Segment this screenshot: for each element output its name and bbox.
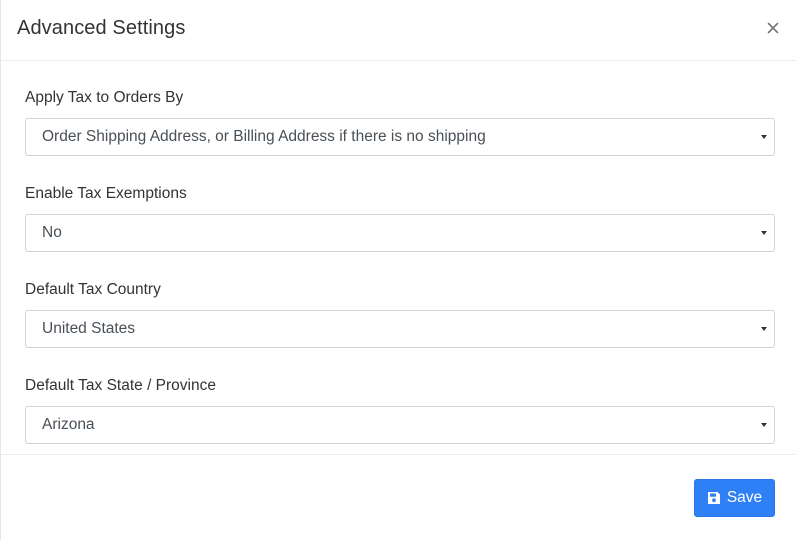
dialog-footer: [1, 454, 796, 455]
tax-country-value: United States: [42, 320, 136, 337]
apply-tax-label: Apply Tax to Orders By: [25, 89, 184, 106]
tax-state-value: Arizona: [42, 416, 95, 433]
apply-tax-field: Apply Tax to Orders By Order Shipping Ad…: [25, 88, 775, 156]
caret-down-icon: [761, 423, 767, 427]
tax-exemptions-label: Enable Tax Exemptions: [25, 185, 187, 202]
dialog-title: Advanced Settings: [17, 17, 186, 39]
save-button-label: Save: [726, 489, 763, 506]
dialog-body: Apply Tax to Orders By Order Shipping Ad…: [25, 88, 775, 444]
tax-state-field: Default Tax State / Province Arizona: [25, 376, 775, 444]
tax-state-select[interactable]: Arizona: [25, 406, 775, 444]
tax-exemptions-select[interactable]: No: [25, 214, 775, 252]
floppy-disk-icon: [707, 492, 720, 504]
tax-country-label: Default Tax Country: [25, 281, 161, 298]
apply-tax-value: Order Shipping Address, or Billing Addre…: [42, 128, 486, 145]
caret-down-icon: [761, 327, 767, 331]
close-icon: [767, 22, 779, 34]
tax-exemptions-field: Enable Tax Exemptions No: [25, 184, 775, 252]
save-button[interactable]: Save: [694, 479, 775, 517]
apply-tax-select[interactable]: Order Shipping Address, or Billing Addre…: [25, 118, 775, 156]
tax-country-field: Default Tax Country United States: [25, 280, 775, 348]
caret-down-icon: [761, 231, 767, 235]
tax-country-select[interactable]: United States: [25, 310, 775, 348]
dialog-header: Advanced Settings: [1, 0, 796, 61]
tax-exemptions-value: No: [42, 224, 62, 241]
close-button[interactable]: [764, 18, 782, 38]
advanced-settings-dialog: Advanced Settings Apply Tax to Orders By…: [0, 0, 796, 540]
tax-state-label: Default Tax State / Province: [25, 377, 216, 394]
caret-down-icon: [761, 135, 767, 139]
